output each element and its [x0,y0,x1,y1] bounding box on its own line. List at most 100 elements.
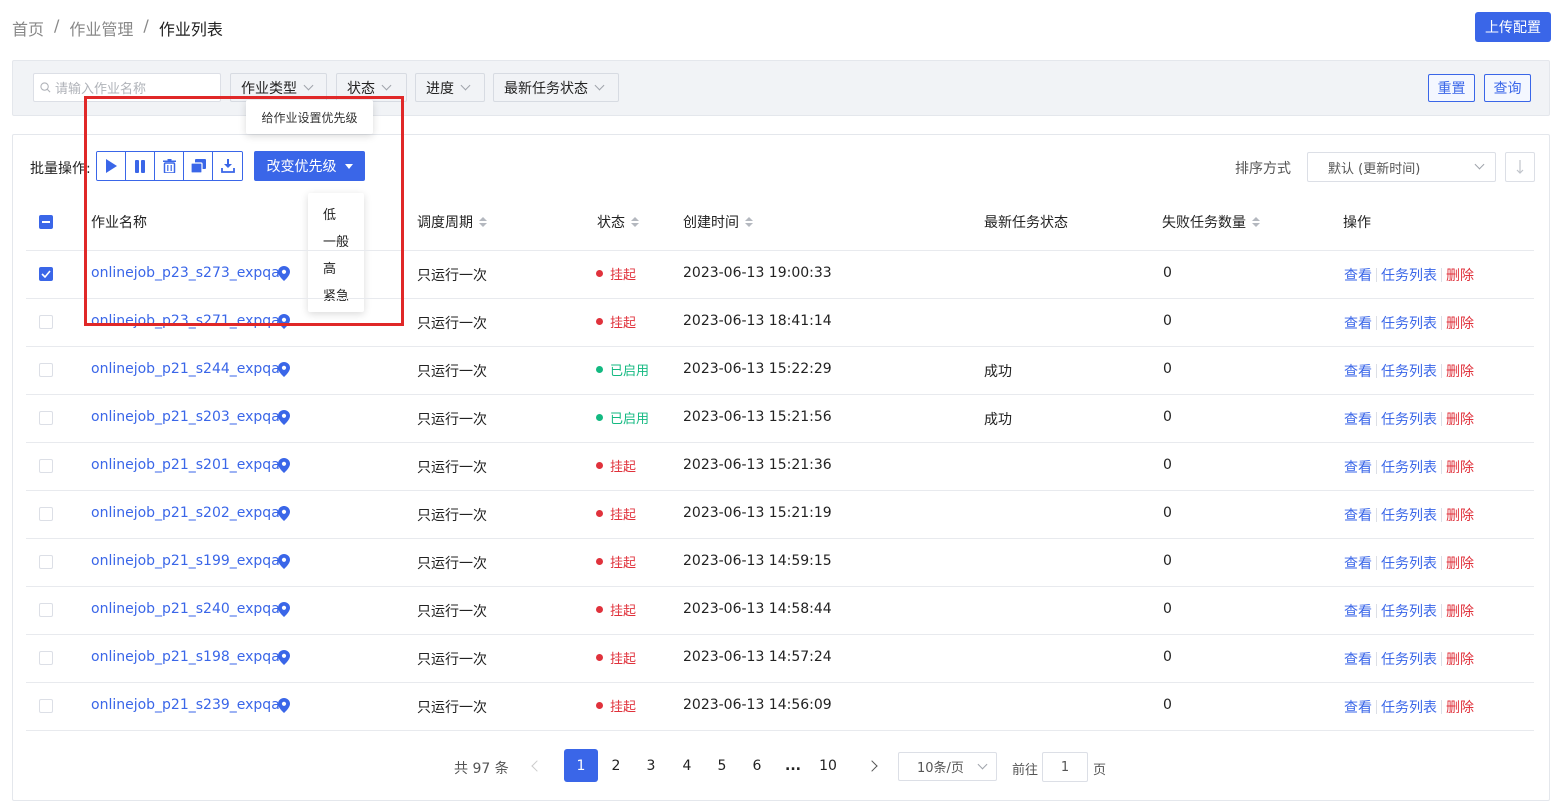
breadcrumb-job-management[interactable]: 作业管理 [69,16,133,40]
progress-label: 进度 [426,80,454,97]
job-name-link[interactable]: onlinejob_p21_s202_expqa [91,505,280,521]
row-checkbox[interactable] [39,267,53,281]
task-list-link[interactable]: 任务列表 [1381,361,1437,381]
job-name-link[interactable]: onlinejob_p21_s203_expqa [91,409,280,425]
delete-link[interactable]: 删除 [1446,553,1474,573]
delete-link[interactable]: 删除 [1446,361,1474,381]
view-link[interactable]: 查看 [1344,697,1372,717]
table-row: onlinejob_p21_s239_expqa 只运行一次 挂起 2023-06-1… [0,682,1560,730]
task-list-link[interactable]: 任务列表 [1381,457,1437,477]
view-link[interactable]: 查看 [1344,649,1372,669]
job-name-link[interactable]: onlinejob_p21_s201_expqa [91,457,280,473]
view-link[interactable]: 查看 [1344,553,1372,573]
task-list-link[interactable]: 任务列表 [1381,313,1437,333]
status-badge: 挂起 [596,696,636,715]
page-3-button[interactable]: 3 [634,749,668,782]
delete-link[interactable]: 删除 [1446,457,1474,477]
next-page-button[interactable] [855,749,889,782]
location-pin-icon[interactable] [278,650,290,669]
prev-page-button[interactable] [520,749,554,782]
view-link[interactable]: 查看 [1344,505,1372,525]
delete-link[interactable]: 删除 [1446,265,1474,285]
page-4-button[interactable]: 4 [670,749,704,782]
divider [1376,556,1377,570]
query-button[interactable]: 查询 [1484,74,1531,102]
delete-link[interactable]: 删除 [1446,697,1474,717]
sort-mode-select[interactable]: 默认 (更新时间) [1307,152,1496,182]
job-name-link[interactable]: onlinejob_p21_s239_expqa [91,697,280,713]
status-text: 挂起 [610,652,637,667]
delete-link[interactable]: 删除 [1446,409,1474,429]
delete-link[interactable]: 删除 [1446,601,1474,621]
task-list-link[interactable]: 任务列表 [1381,265,1437,285]
row-checkbox[interactable] [39,315,53,329]
job-type-label: 作业类型 [241,80,297,97]
delete-link[interactable]: 删除 [1446,313,1474,333]
row-checkbox[interactable] [39,411,53,425]
row-checkbox[interactable] [39,459,53,473]
created-time-cell: 2023-06-13 15:21:19 [683,505,832,521]
breadcrumb-home[interactable]: 首页 [12,16,44,40]
header-failed-task-count[interactable]: 失败任务数量 [1162,212,1260,232]
row-checkbox[interactable] [39,363,53,377]
reset-button[interactable]: 重置 [1428,74,1475,102]
pagination-ellipsis[interactable]: ... [776,749,810,782]
row-checkbox[interactable] [39,699,53,713]
view-link[interactable]: 查看 [1344,457,1372,477]
task-list-link[interactable]: 任务列表 [1381,409,1437,429]
view-link[interactable]: 查看 [1344,265,1372,285]
chevron-down-icon [460,80,471,91]
row-checkbox[interactable] [39,507,53,521]
delete-link[interactable]: 删除 [1446,649,1474,669]
page-1-button[interactable]: 1 [564,749,598,782]
page-size-select[interactable]: 10条/页 [898,752,997,781]
row-checkbox[interactable] [39,603,53,617]
row-operations: 查看 任务列表 删除 [1344,697,1474,717]
location-pin-icon[interactable] [278,458,290,477]
header-created-time[interactable]: 创建时间 [683,212,753,232]
sort-direction-button[interactable] [1505,152,1535,182]
task-list-link[interactable]: 任务列表 [1381,649,1437,669]
location-pin-icon[interactable] [278,554,290,573]
task-list-link[interactable]: 任务列表 [1381,505,1437,525]
header-status[interactable]: 状态 [597,212,639,232]
location-pin-icon[interactable] [278,698,290,717]
location-pin-icon[interactable] [278,506,290,525]
location-pin-icon[interactable] [278,602,290,621]
delete-link[interactable]: 删除 [1446,505,1474,525]
page-2-button[interactable]: 2 [599,749,633,782]
progress-select[interactable]: 进度 [415,73,485,102]
task-list-link[interactable]: 任务列表 [1381,601,1437,621]
view-link[interactable]: 查看 [1344,409,1372,429]
page-6-button[interactable]: 6 [740,749,774,782]
view-link[interactable]: 查看 [1344,361,1372,381]
divider [1376,508,1377,522]
task-list-link[interactable]: 任务列表 [1381,697,1437,717]
table-row: onlinejob_p21_s198_expqa 只运行一次 挂起 2023-06-1… [0,634,1560,682]
status-dot-icon [596,558,603,565]
failed-task-count-cell: 0 [1163,649,1172,665]
location-pin-icon[interactable] [278,362,290,381]
task-list-link[interactable]: 任务列表 [1381,553,1437,573]
goto-page-input[interactable]: 1 [1042,752,1088,782]
job-name-link[interactable]: onlinejob_p21_s244_expqa [91,361,280,377]
job-name-link[interactable]: onlinejob_p21_s198_expqa [91,649,280,665]
status-dot-icon [596,654,603,661]
table-row: onlinejob_p21_s240_expqa 只运行一次 挂起 2023-06-1… [0,586,1560,634]
view-link[interactable]: 查看 [1344,601,1372,621]
checkbox-checked-icon [39,267,53,281]
failed-task-count-cell: 0 [1163,457,1172,473]
row-checkbox[interactable] [39,555,53,569]
select-all-checkbox[interactable] [39,215,53,229]
view-link[interactable]: 查看 [1344,313,1372,333]
page-10-button[interactable]: 10 [811,749,845,782]
job-name-link[interactable]: onlinejob_p21_s199_expqa [91,553,280,569]
page-5-button[interactable]: 5 [705,749,739,782]
location-pin-icon[interactable] [278,410,290,429]
row-checkbox[interactable] [39,651,53,665]
header-schedule-cycle[interactable]: 调度周期 [417,212,487,232]
job-name-link[interactable]: onlinejob_p21_s240_expqa [91,601,280,617]
latest-task-status-select[interactable]: 最新任务状态 [493,73,619,102]
status-badge: 挂起 [596,648,636,667]
upload-config-button[interactable]: 上传配置 [1475,12,1551,42]
